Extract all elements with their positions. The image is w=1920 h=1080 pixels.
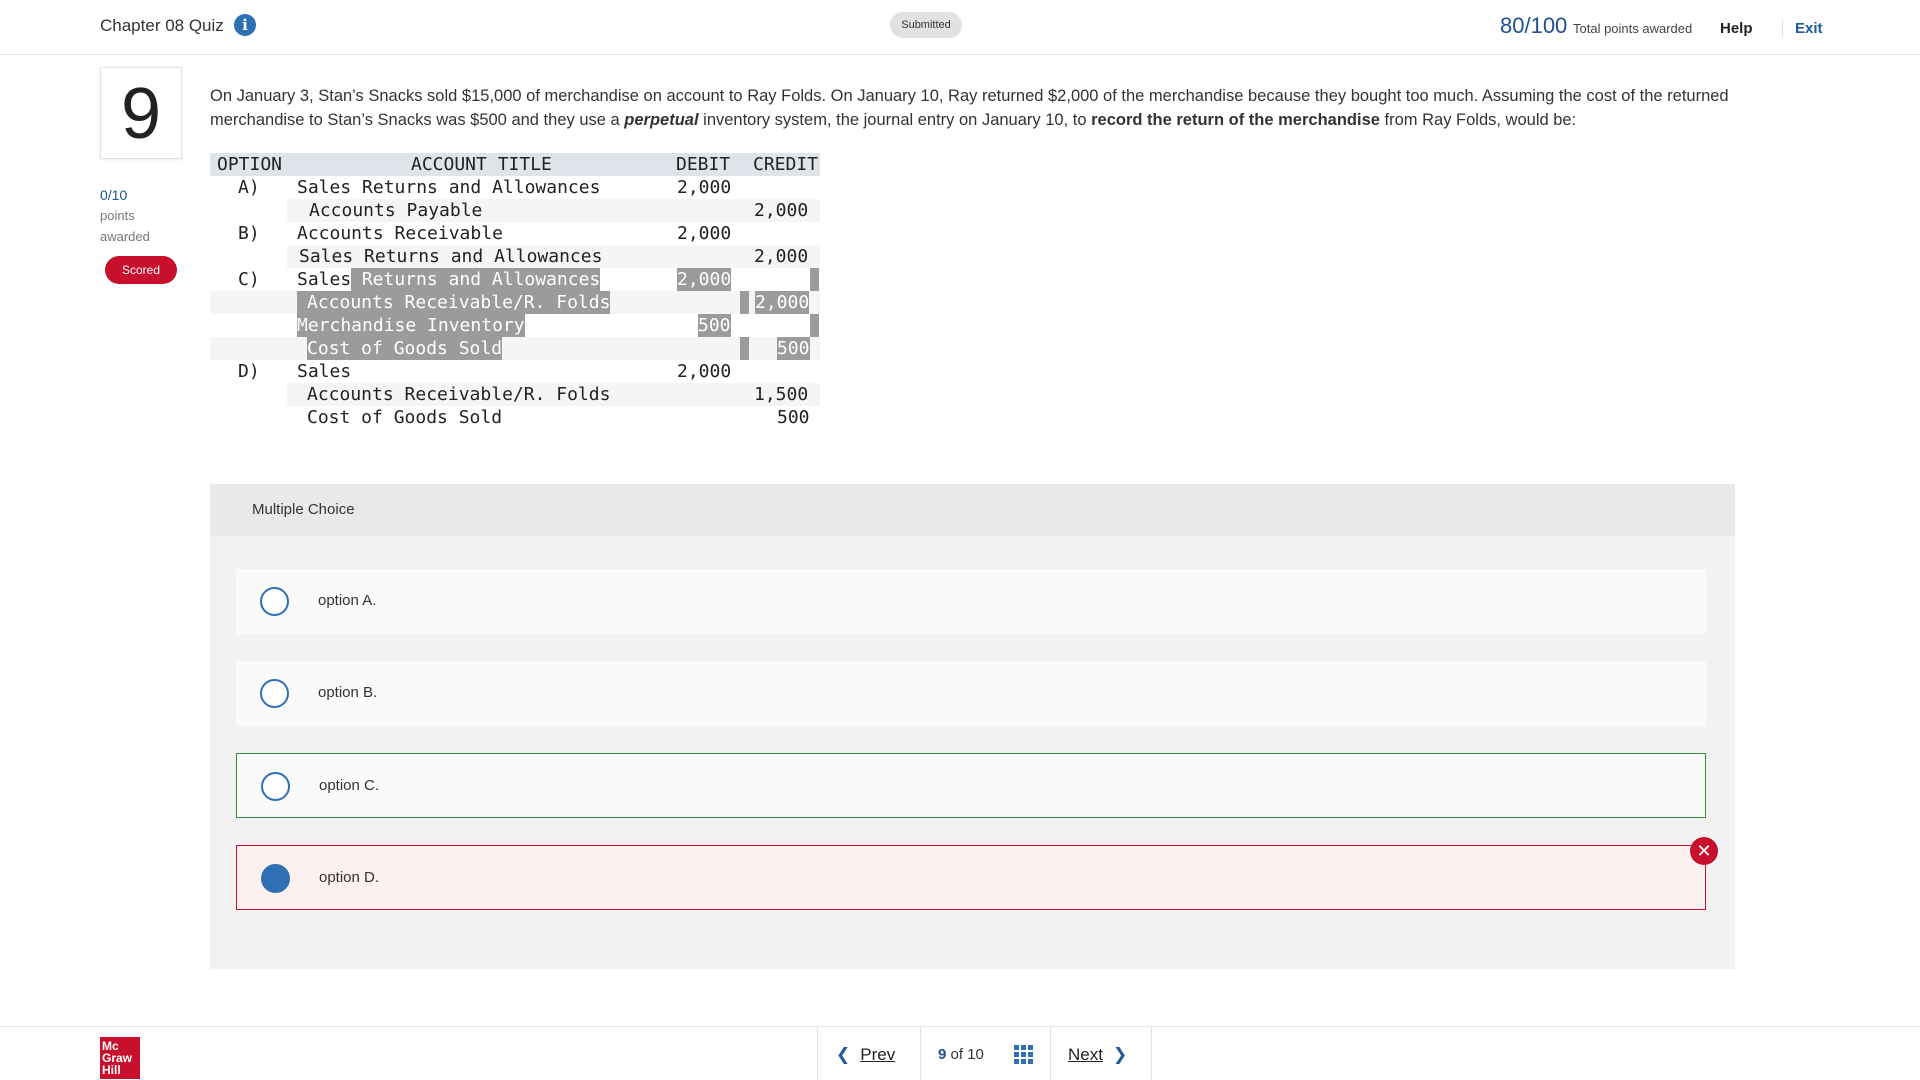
table-row: Merchandise Inventory 500: [210, 314, 820, 337]
debit-cell: 2,000: [677, 223, 732, 244]
exit-button[interactable]: Exit: [1782, 20, 1823, 37]
chevron-right-icon: ❯: [1112, 1045, 1128, 1064]
question-emphasis: perpetual: [624, 111, 699, 129]
table-row: B) Accounts Receivable 2,000: [210, 222, 820, 245]
divider: [920, 1027, 921, 1080]
credit-cell: 2,000: [754, 246, 809, 267]
help-button[interactable]: Help: [1720, 20, 1753, 37]
table-row: Accounts Receivable/R. Folds 2,000: [210, 291, 820, 314]
question-text-part: from Ray Folds, would be:: [1379, 111, 1577, 129]
answer-option-a[interactable]: option A.: [236, 569, 1706, 634]
credit-cell: 500: [777, 407, 810, 428]
total-pages: 10: [967, 1046, 984, 1063]
points-label: points: [100, 208, 135, 223]
account-cell: Sales: [297, 269, 352, 290]
info-icon[interactable]: i: [234, 14, 256, 36]
option-cell: C): [238, 269, 260, 290]
page-indicator: 9 of 10: [938, 1046, 984, 1063]
option-label: option A.: [318, 592, 377, 609]
table-header-row: OPTION ACCOUNT TITLE DEBIT CREDIT: [210, 153, 820, 176]
account-cell: Accounts Receivable/R. Folds: [297, 291, 611, 314]
of-label: of: [950, 1046, 964, 1063]
option-label: option B.: [318, 684, 378, 701]
account-cell: Sales Returns and Allowances: [297, 177, 601, 198]
credit-cell-blank: [810, 314, 819, 337]
prev-button[interactable]: ❮ Prev: [836, 1045, 895, 1065]
option-cell: A): [238, 177, 260, 198]
chevron-left-icon: ❮: [836, 1045, 851, 1064]
debit-cell: 500: [698, 314, 731, 337]
option-cell: B): [238, 223, 260, 244]
divider: [1050, 1027, 1051, 1080]
column-header-debit: DEBIT: [676, 154, 731, 175]
radio-button[interactable]: [260, 679, 289, 708]
question-navigation: ❮ Prev 9 of 10 Next ❯: [817, 1027, 1152, 1080]
column-header-credit: CREDIT: [753, 154, 819, 175]
credit-cell-blank: [810, 268, 819, 291]
table-row: Cost of Goods Sold 500: [210, 337, 820, 360]
next-button[interactable]: Next ❯: [1068, 1045, 1127, 1065]
mcgraw-hill-logo: Mc Graw Hill: [100, 1037, 140, 1079]
multiple-choice-header: Multiple Choice: [210, 484, 1735, 536]
radio-button[interactable]: [260, 587, 289, 616]
option-label: option C.: [319, 777, 380, 794]
account-cell: Merchandise Inventory: [297, 314, 525, 337]
points-value: 0/10: [100, 187, 128, 203]
radio-button[interactable]: [261, 772, 290, 801]
total-score: 80/100: [1500, 13, 1568, 38]
account-cell: Sales: [297, 361, 352, 382]
account-cell: Cost of Goods Sold: [307, 337, 503, 360]
table-row: Accounts Receivable/R. Folds 1,500: [287, 383, 820, 406]
table-row: Accounts Payable 2,000: [287, 199, 820, 222]
credit-cell: 1,500: [754, 384, 809, 405]
account-cell-highlight: Returns and Allowances: [351, 268, 601, 291]
credit-cell: 500: [777, 337, 810, 360]
scored-badge: Scored: [105, 256, 177, 284]
question-strong: record the return of the merchandise: [1091, 111, 1380, 129]
debit-cell-blank: [740, 291, 749, 314]
account-cell: Cost of Goods Sold: [307, 407, 503, 428]
status-badge: Submitted: [890, 12, 962, 38]
answer-option-b[interactable]: option B.: [236, 661, 1706, 726]
table-row: Sales Returns and Allowances 2,000: [287, 245, 820, 268]
points-label-awarded: awarded: [100, 229, 150, 244]
table-row: Cost of Goods Sold 500: [210, 406, 820, 429]
question-text-part: inventory system, the journal entry on J…: [698, 111, 1092, 129]
debit-cell: 2,000: [677, 361, 732, 382]
table-row: A) Sales Returns and Allowances 2,000: [210, 176, 820, 199]
question-text: On January 3, Stan’s Snacks sold $15,000…: [210, 84, 1740, 132]
prev-label: Prev: [860, 1045, 896, 1064]
close-icon: ✕: [1690, 837, 1718, 865]
debit-cell-blank: [740, 337, 749, 360]
answer-option-d[interactable]: option D.: [236, 845, 1706, 910]
column-header-account: ACCOUNT TITLE: [411, 154, 552, 175]
footer-bar: Mc Graw Hill ❮ Prev 9 of 10 Next ❯: [0, 1026, 1920, 1080]
logo-text: Hill: [102, 1063, 121, 1077]
account-cell: Sales Returns and Allowances: [299, 246, 603, 267]
debit-cell: 2,000: [677, 177, 732, 198]
multiple-choice-label: Multiple Choice: [252, 501, 355, 518]
table-row: D) Sales 2,000: [210, 360, 820, 383]
radio-button-selected[interactable]: [261, 864, 290, 893]
debit-cell: 2,000: [677, 268, 732, 291]
account-cell: Accounts Receivable/R. Folds: [307, 384, 611, 405]
top-bar: Chapter 08 Quiz i Submitted 80/100 Total…: [0, 0, 1920, 55]
option-label: option D.: [319, 869, 380, 886]
credit-cell: 2,000: [754, 200, 809, 221]
answer-option-c[interactable]: option C.: [236, 753, 1706, 818]
next-label: Next: [1068, 1045, 1103, 1064]
column-header-option: OPTION: [217, 154, 283, 175]
multiple-choice-panel: Multiple Choice option A. option B. opti…: [210, 484, 1735, 969]
total-score-label: Total points awarded: [1573, 21, 1693, 36]
question-number: 9: [100, 67, 182, 159]
current-page: 9: [938, 1046, 947, 1063]
credit-cell: 2,000: [755, 291, 810, 314]
option-cell: D): [238, 361, 260, 382]
table-row: C) Sales Returns and Allowances 2,000: [210, 268, 820, 291]
quiz-title: Chapter 08 Quiz: [100, 16, 224, 35]
account-cell: Accounts Payable: [309, 200, 483, 221]
grid-icon[interactable]: [1014, 1045, 1034, 1065]
account-cell: Accounts Receivable: [297, 223, 503, 244]
